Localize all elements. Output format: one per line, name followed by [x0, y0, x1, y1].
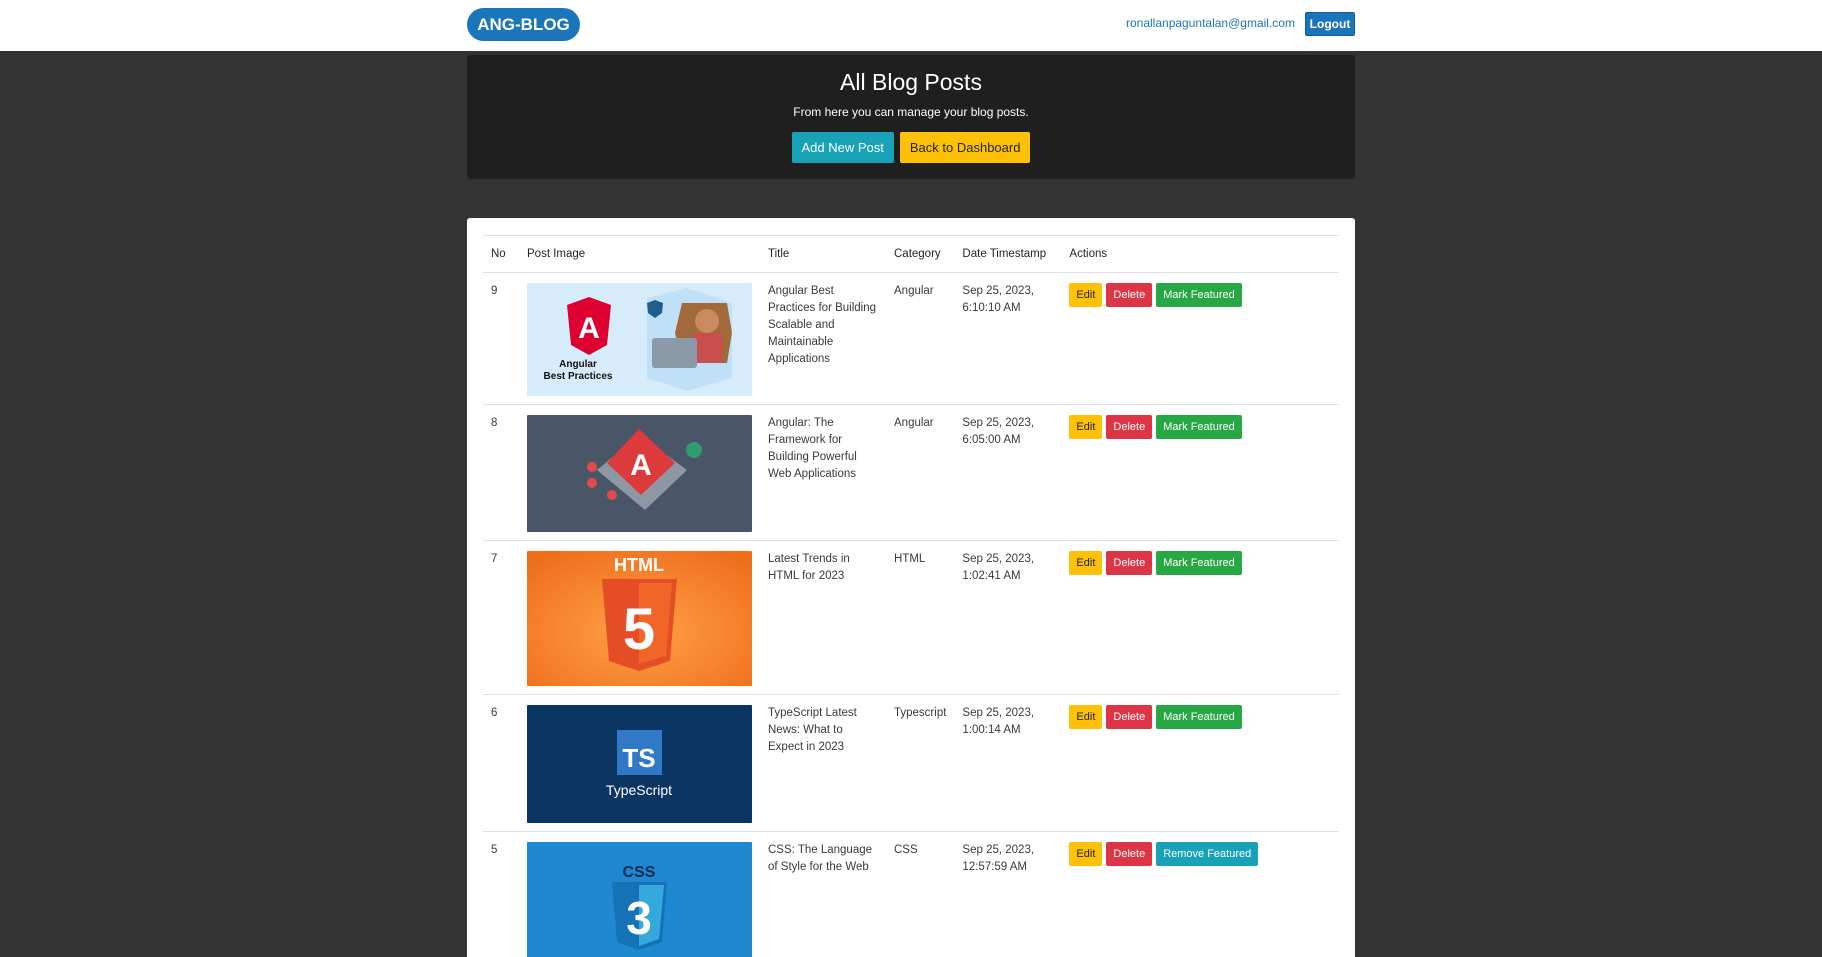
post-time: 1:02:41 AM: [962, 570, 1021, 582]
table-row: 6 TS TypeScript TypeScript Latest News: …: [483, 694, 1339, 832]
table-row: 8 A Angular: The Framework for Building …: [483, 404, 1339, 541]
post-image-html: HTML 5: [527, 551, 752, 686]
svg-text:Best Practices: Best Practices: [544, 371, 613, 382]
header-actions: Actions: [1061, 235, 1339, 273]
post-time: 1:00:14 AM: [962, 724, 1021, 736]
post-actions: Edit Delete Mark Featured: [1061, 694, 1339, 832]
post-category: CSS: [886, 831, 955, 957]
navbar: ANG-BLOG ronallanpaguntalan@gmail.com Lo…: [0, 0, 1822, 51]
table-header-row: No Post Image Title Category Date Timest…: [483, 235, 1339, 273]
svg-text:3: 3: [626, 892, 652, 944]
post-number: 5: [483, 831, 519, 957]
post-actions: Edit Delete Mark Featured: [1061, 540, 1339, 695]
table-row: 5 CSS 3 CSS: The Language of Style for t…: [483, 831, 1339, 957]
edit-button[interactable]: Edit: [1069, 283, 1103, 307]
post-number: 7: [483, 540, 519, 695]
post-actions: Edit Delete Mark Featured: [1061, 272, 1339, 405]
post-number: 9: [483, 272, 519, 405]
delete-button[interactable]: Delete: [1106, 415, 1153, 439]
post-category: Angular: [886, 272, 955, 405]
svg-text:TypeScript: TypeScript: [606, 782, 672, 798]
svg-text:Angular: Angular: [559, 359, 597, 370]
header-post-image: Post Image: [519, 235, 760, 273]
table-row: 7 HTML 5 Latest Trends in HTML for 2023 …: [483, 540, 1339, 695]
post-time: 12:57:59 AM: [962, 861, 1027, 873]
mark-featured-button[interactable]: Mark Featured: [1156, 415, 1242, 439]
posts-table: No Post Image Title Category Date Timest…: [483, 235, 1339, 957]
page-title: All Blog Posts: [840, 69, 982, 95]
header-actions: Add New Post Back to Dashboard: [467, 132, 1355, 163]
post-category: Typescript: [886, 694, 955, 832]
delete-button[interactable]: Delete: [1106, 705, 1153, 729]
post-actions: Edit Delete Remove Featured: [1061, 831, 1339, 957]
table-row: 9 A Angular Best Practices Angular Best …: [483, 272, 1339, 405]
add-new-post-button[interactable]: Add New Post: [791, 132, 894, 163]
post-category: Angular: [886, 404, 955, 541]
post-date: Sep 25, 2023,: [962, 707, 1035, 719]
svg-text:CSS: CSS: [623, 864, 656, 881]
svg-text:A: A: [630, 449, 652, 482]
post-title: TypeScript Latest News: What to Expect i…: [760, 694, 886, 832]
delete-button[interactable]: Delete: [1106, 283, 1153, 307]
header-category: Category: [886, 235, 955, 273]
page-header: All Blog Posts From here you can manage …: [467, 55, 1355, 179]
header-no: No: [483, 235, 519, 273]
edit-button[interactable]: Edit: [1069, 842, 1103, 866]
logout-button[interactable]: Logout: [1305, 12, 1355, 36]
post-title: Angular Best Practices for Building Scal…: [760, 272, 886, 405]
edit-button[interactable]: Edit: [1069, 415, 1103, 439]
remove-featured-button[interactable]: Remove Featured: [1156, 842, 1259, 866]
edit-button[interactable]: Edit: [1069, 551, 1103, 575]
post-number: 6: [483, 694, 519, 832]
delete-button[interactable]: Delete: [1106, 551, 1153, 575]
mark-featured-button[interactable]: Mark Featured: [1156, 283, 1242, 307]
page-subtitle: From here you can manage your blog posts…: [793, 105, 1029, 119]
header-title: Title: [760, 235, 886, 273]
back-to-dashboard-button[interactable]: Back to Dashboard: [899, 132, 1031, 163]
user-email: ronallanpaguntalan@gmail.com: [1126, 16, 1295, 30]
svg-text:A: A: [578, 312, 600, 345]
header-date-timestamp: Date Timestamp: [954, 235, 1062, 273]
post-number: 8: [483, 404, 519, 541]
mark-featured-button[interactable]: Mark Featured: [1156, 551, 1242, 575]
post-title: Latest Trends in HTML for 2023: [760, 540, 886, 695]
post-actions: Edit Delete Mark Featured: [1061, 404, 1339, 541]
svg-text:HTML: HTML: [614, 555, 664, 575]
svg-text:TS: TS: [622, 743, 655, 773]
post-time: 6:05:00 AM: [962, 434, 1021, 446]
delete-button[interactable]: Delete: [1106, 842, 1153, 866]
brand-logo[interactable]: ANG-BLOG: [467, 8, 580, 41]
post-image-css: CSS 3: [527, 842, 752, 957]
post-time: 6:10:10 AM: [962, 302, 1021, 314]
post-date: Sep 25, 2023,: [962, 285, 1035, 297]
post-date: Sep 25, 2023,: [962, 553, 1035, 565]
mark-featured-button[interactable]: Mark Featured: [1156, 705, 1242, 729]
post-date: Sep 25, 2023,: [962, 844, 1035, 856]
post-image-typescript: TS TypeScript: [527, 705, 752, 823]
post-image-angular-framework: A: [527, 415, 752, 532]
post-date: Sep 25, 2023,: [962, 417, 1035, 429]
post-image-angular-best-practices: A Angular Best Practices: [527, 283, 752, 396]
posts-panel: No Post Image Title Category Date Timest…: [467, 218, 1355, 957]
post-title: Angular: The Framework for Building Powe…: [760, 404, 886, 541]
post-category: HTML: [886, 540, 955, 695]
post-title: CSS: The Language of Style for the Web: [760, 831, 886, 957]
svg-text:5: 5: [623, 597, 655, 662]
edit-button[interactable]: Edit: [1069, 705, 1103, 729]
